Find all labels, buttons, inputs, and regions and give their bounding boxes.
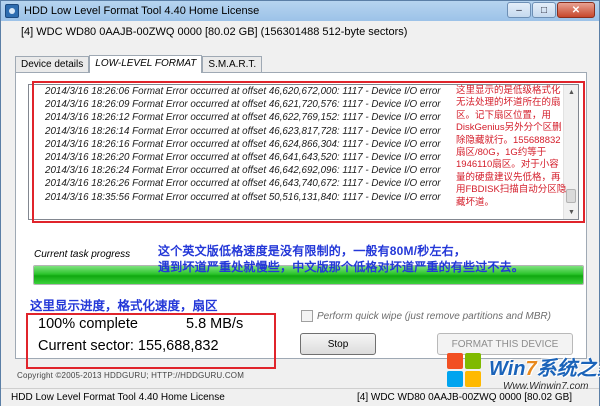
title-bar[interactable]: HDD Low Level Format Tool 4.40 Home Lice… (1, 1, 599, 21)
log-line: 2014/3/16 18:26:09 Format Error occurred… (45, 99, 441, 111)
log-annotation: 这里显示的是低级格式化无法处理的坏道所在的扇区。记下扇区位置，用DiskGeni… (456, 85, 567, 208)
app-window: HDD Low Level Format Tool 4.40 Home Lice… (0, 0, 600, 406)
tab-device-details[interactable]: Device details (15, 56, 90, 72)
low-level-format-panel: 2014/3/16 18:26:06 Format Error occurred… (15, 72, 587, 369)
format-speed: 5.8 MB/s (186, 316, 244, 332)
log-line: 2014/3/16 18:26:14 Format Error occurred… (45, 125, 441, 137)
format-device-button[interactable]: FORMAT THIS DEVICE (437, 333, 573, 355)
quick-wipe-label: Perform quick wipe (just remove partitio… (317, 310, 551, 322)
watermark-title-num: 7 (525, 358, 537, 380)
log-line: 2014/3/16 18:26:16 Format Error occurred… (45, 138, 441, 150)
maximize-button[interactable]: □ (532, 2, 556, 18)
log-line: 2014/3/16 18:26:20 Format Error occurred… (45, 151, 441, 163)
close-button[interactable]: ✕ (557, 2, 595, 18)
current-sector: Current sector: 155,688,832 (38, 338, 219, 354)
log-lines: 2014/3/16 18:26:06 Format Error occurred… (45, 85, 465, 204)
stop-button[interactable]: Stop (300, 333, 376, 355)
selected-drive-info: [4] WDC WD80 0AAJB-00ZWQ 0000 [80.02 GB]… (21, 26, 408, 38)
quick-wipe-option[interactable]: Perform quick wipe (just remove partitio… (301, 310, 551, 322)
log-line: 2014/3/16 18:35:56 Format Error occurred… (45, 191, 441, 203)
status-bar: HDD Low Level Format Tool 4.40 Home Lice… (1, 388, 599, 406)
quick-wipe-checkbox[interactable] (301, 310, 313, 322)
log-line: 2014/3/16 18:26:24 Format Error occurred… (45, 165, 441, 177)
log-line: 2014/3/16 18:26:12 Format Error occurred… (45, 112, 441, 124)
speed-annotation-line1: 这个英文版低格速度是没有限制的，一般有80M/秒左右， (158, 244, 467, 258)
speed-annotation: 这个英文版低格速度是没有限制的，一般有80M/秒左右， 遇到坏道严重处就慢些，中… (158, 243, 524, 275)
status-drive-info: [4] WDC WD80 0AAJB-00ZWQ 0000 [80.02 GB] (357, 392, 573, 403)
log-line: 2014/3/16 18:26:06 Format Error occurred… (45, 86, 441, 97)
app-icon (5, 4, 19, 18)
tab-bar: Device details LOW-LEVEL FORMAT S.M.A.R.… (15, 55, 263, 73)
watermark-title-pre: Win (489, 358, 526, 380)
copyright-text: Copyright ©2005-2013 HDDGURU; HTTP://HDD… (17, 371, 245, 380)
window-controls: – □ ✕ (507, 2, 595, 18)
tab-smart[interactable]: S.M.A.R.T. (202, 56, 263, 72)
watermark-title-post: 系统之家 (536, 358, 600, 380)
minimize-button[interactable]: – (507, 2, 531, 18)
progress-label: Current task progress (34, 249, 131, 260)
completion-row: 100% complete 5.8 MB/s (38, 316, 243, 332)
speed-annotation-line2: 遇到坏道严重处就慢些，中文版那个低格对坏道严重的有些过不去。 (158, 260, 525, 274)
status-app-info: HDD Low Level Format Tool 4.40 Home Lice… (11, 392, 225, 403)
log-line: 2014/3/16 18:26:26 Format Error occurred… (45, 178, 441, 190)
percent-complete: 100% complete (38, 316, 138, 332)
tab-low-level-format[interactable]: LOW-LEVEL FORMAT (89, 55, 203, 73)
progress-annotation: 这里显示进度，格式化速度，扇区 (30, 299, 218, 313)
window-title: HDD Low Level Format Tool 4.40 Home Lice… (24, 5, 260, 17)
